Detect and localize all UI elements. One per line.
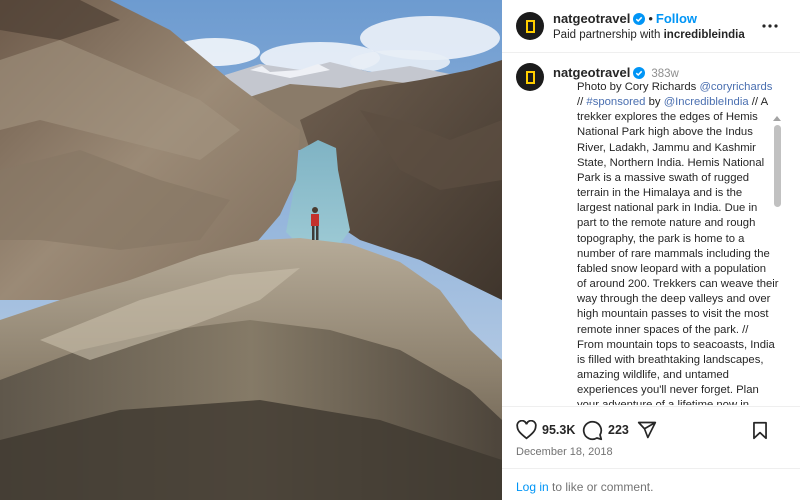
caption-line: high mountain passes to visit the most xyxy=(577,307,769,322)
caption-line: trekker explores the edges of Hemis xyxy=(577,110,767,125)
caption-text-segment: trekker explores the edges of Hemis xyxy=(577,111,758,124)
share-icon xyxy=(637,421,657,439)
caption-line: largest national park in India. Due in xyxy=(577,201,767,216)
caption-text-segment: way through the deep valleys and over xyxy=(577,293,771,306)
account-avatar[interactable] xyxy=(516,12,544,40)
caption-area: natgeotravel 383w Photo by Cory Richards … xyxy=(502,53,800,405)
caption-text-segment: your adventure of a lifetime now in xyxy=(577,399,749,405)
post-header: natgeotravel • Follow Paid partnership wit… xyxy=(502,0,800,53)
caption-line: way through the deep valleys and over xyxy=(577,292,771,307)
caption-line: From mountain tops to seacoasts, India xyxy=(577,338,775,353)
post-age: 383w xyxy=(651,68,679,80)
caption-text-segment: topography, the park is home to a xyxy=(577,232,745,245)
bookmark-icon xyxy=(753,421,767,439)
comment-icon xyxy=(582,420,603,440)
caption-text-segment: fabled snow leopard with a population xyxy=(577,262,767,275)
caption-text: Photo by Cory Richards @coryrichards// #… xyxy=(577,80,779,405)
comment-count: 223 xyxy=(608,423,629,437)
caption-line: part to the remote nature and rough xyxy=(577,216,767,231)
caption-line: experiences you'll never forget. Plan xyxy=(577,383,767,398)
caption-line: Photo by Cory Richards @coryrichards xyxy=(577,80,772,95)
caption-line: // #sponsored by @IncredibleIndia // A xyxy=(577,95,769,110)
caption-header: natgeotravel 383w xyxy=(553,65,679,80)
caption-line: National Park high above the Indus xyxy=(577,125,767,140)
separator-dot: • xyxy=(648,11,653,26)
caption-text-segment: remote inner spaces of the park. // xyxy=(577,323,749,336)
comment-button[interactable]: 223 xyxy=(582,419,629,441)
caption-text-segment: number of rare mammals including the xyxy=(577,247,770,260)
caption-line: State, Northern India. Hemis National xyxy=(577,156,767,171)
caption-line: is filled with breathtaking landscapes, xyxy=(577,353,767,368)
caption-text-segment: Park is a massive swath of rugged xyxy=(577,171,750,184)
caption-username[interactable]: natgeotravel xyxy=(553,65,630,80)
caption-text-segment: National Park high above the Indus xyxy=(577,126,753,139)
verified-badge-icon xyxy=(633,67,646,79)
caption-line: Park is a massive swath of rugged xyxy=(577,171,767,186)
caption-text-segment: // xyxy=(577,96,587,109)
login-divider xyxy=(502,468,800,469)
caption-text-segment: amazing wildlife, and untamed xyxy=(577,368,729,381)
caption-line: remote inner spaces of the park. // xyxy=(577,323,767,338)
natgeo-logo-icon xyxy=(525,19,535,33)
caption-text-segment: experiences you'll never forget. Plan xyxy=(577,384,759,397)
login-link[interactable]: Log in xyxy=(516,480,549,494)
caption-line: number of rare mammals including the xyxy=(577,247,770,262)
caption-line: your adventure of a lifetime now in xyxy=(577,398,767,405)
more-options-icon[interactable] xyxy=(760,16,780,36)
mention-link[interactable]: @IncredibleIndia xyxy=(664,96,749,108)
verified-badge-icon xyxy=(633,13,646,25)
caption-text-segment: State, Northern India. Hemis National xyxy=(577,156,765,169)
caption-text-segment: Photo by Cory Richards xyxy=(577,81,700,93)
caption-text-segment: is filled with breathtaking landscapes, xyxy=(577,353,764,366)
hashtag-link[interactable]: #sponsored xyxy=(586,96,645,108)
caption-text-segment: of around 200. Trekkers can weave their xyxy=(577,278,779,291)
landscape-photo xyxy=(0,0,502,500)
caption-line: amazing wildlife, and untamed xyxy=(577,368,767,383)
login-prompt: Log in to like or comment. xyxy=(516,480,653,494)
scrollbar-thumb[interactable] xyxy=(774,125,781,207)
caption-text-segment: River, Ladakh, Jammu and Kashmir xyxy=(577,141,756,154)
caption-avatar[interactable] xyxy=(516,63,544,91)
share-button[interactable] xyxy=(637,419,657,441)
caption-text-segment: part to the remote nature and rough xyxy=(577,217,756,230)
mention-link[interactable]: @coryrichards xyxy=(699,81,772,93)
caption-text-segment: // A xyxy=(748,96,769,109)
caption-line: topography, the park is home to a xyxy=(577,232,767,247)
scroll-up-arrow[interactable] xyxy=(773,116,781,121)
follow-button[interactable]: Follow xyxy=(656,11,697,26)
caption-text-segment: high mountain passes to visit the most xyxy=(577,308,769,321)
caption-text-segment: by xyxy=(645,96,664,109)
header-account-row: natgeotravel • Follow xyxy=(553,11,697,26)
like-count: 95.3K xyxy=(542,423,576,437)
caption-text-segment: From mountain tops to seacoasts, India xyxy=(577,338,775,351)
caption-line: fabled snow leopard with a population xyxy=(577,262,767,277)
post-photo[interactable] xyxy=(0,0,502,500)
caption-text-segment: terrain in the Himalaya and is the xyxy=(577,187,743,200)
header-username[interactable]: natgeotravel xyxy=(553,11,630,26)
caption-line: of around 200. Trekkers can weave their xyxy=(577,277,779,292)
post-details-panel: natgeotravel • Follow Paid partnership wit… xyxy=(502,0,800,500)
natgeo-logo-icon xyxy=(525,70,535,84)
caption-line: River, Ladakh, Jammu and Kashmir xyxy=(577,141,767,156)
partnership-prefix: Paid partnership with xyxy=(553,29,661,41)
partnership-label: Paid partnership with incredibleindia xyxy=(553,29,745,41)
post-date: December 18, 2018 xyxy=(516,446,613,458)
caption-line: terrain in the Himalaya and is the xyxy=(577,186,767,201)
login-prompt-text: to like or comment. xyxy=(548,480,654,494)
caption-text-segment: largest national park in India. Due in xyxy=(577,202,758,215)
like-button[interactable]: 95.3K xyxy=(516,419,575,441)
heart-icon xyxy=(516,420,537,440)
partner-link[interactable]: incredibleindia xyxy=(664,29,745,41)
save-button[interactable] xyxy=(752,419,768,441)
